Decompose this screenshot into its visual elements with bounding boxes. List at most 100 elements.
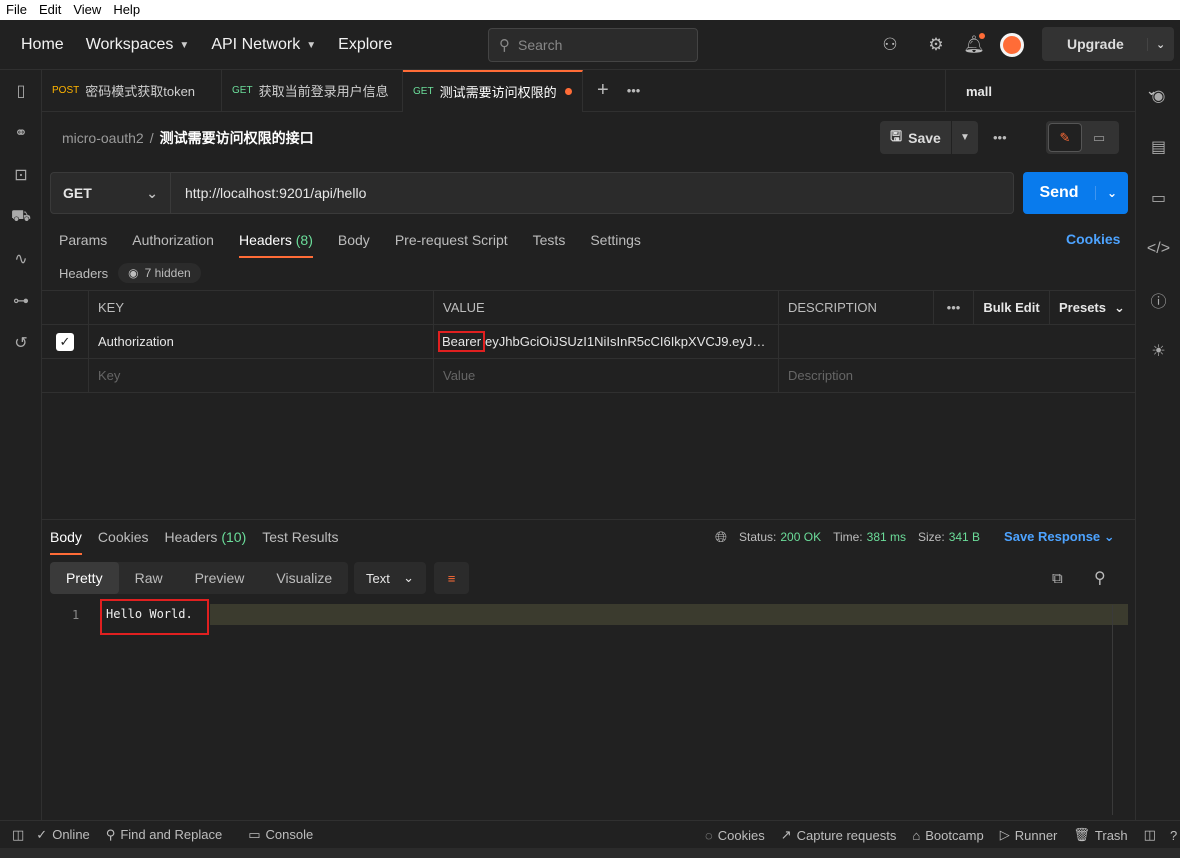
tab-settings[interactable]: Settings — [590, 222, 641, 258]
view-visualize[interactable]: Visualize — [260, 562, 348, 594]
more-tabs-icon[interactable]: ••• — [627, 83, 641, 98]
breadcrumb-collection[interactable]: micro-oauth2 — [62, 130, 144, 146]
new-value-input[interactable]: Value — [434, 359, 779, 392]
more-actions-icon[interactable]: ••• — [993, 130, 1007, 145]
view-preview[interactable]: Preview — [179, 562, 261, 594]
environments-icon[interactable]: ⊡ — [0, 154, 42, 196]
new-tab-plus-icon[interactable]: + — [597, 79, 609, 102]
bulb-icon[interactable]: ☀ — [1136, 325, 1180, 376]
more-options-icon[interactable]: ••• — [934, 291, 974, 324]
method-select[interactable]: GET ⌄ — [50, 172, 171, 214]
response-tab-cookies[interactable]: Cookies — [98, 519, 149, 555]
help-icon[interactable]: ? — [1170, 828, 1177, 843]
response-tab-headers[interactable]: Headers (10) — [165, 519, 247, 555]
globe-icon[interactable]: 🌐︎ — [715, 529, 727, 546]
environment-selector[interactable]: mall ⌄ — [945, 70, 1177, 112]
menu-view[interactable]: View — [67, 0, 107, 20]
tab-tests[interactable]: Tests — [533, 222, 566, 258]
trash-button[interactable]: 🗑︎ Trash — [1073, 827, 1127, 843]
send-options-chevron-icon[interactable]: ⌄ — [1095, 186, 1128, 200]
editor-scrollbar[interactable] — [1112, 605, 1128, 815]
search-icon[interactable]: ⚲ — [1094, 568, 1106, 588]
info-icon[interactable]: ⓘ — [1136, 274, 1180, 325]
apis-icon[interactable]: ⚭ — [0, 112, 42, 154]
notification-bell-icon[interactable]: 🔔︎ — [960, 31, 988, 59]
response-body-text[interactable]: Hello World. — [106, 607, 193, 621]
save-response-button[interactable]: Save Response ⌄ — [1004, 529, 1115, 545]
url-input[interactable]: http://localhost:9201/api/hello — [171, 172, 1014, 214]
copy-icon[interactable]: ⧉ — [1052, 570, 1063, 587]
tab-protected-api[interactable]: GET 测试需要访问权限的接口 — [403, 69, 583, 112]
tab-current-user[interactable]: GET 获取当前登录用户信息 — [222, 69, 403, 112]
code-icon[interactable]: </> — [1136, 223, 1180, 274]
edit-pencil-icon[interactable]: ✎ — [1048, 123, 1082, 152]
size-value[interactable]: 341 B — [949, 530, 980, 544]
runner-button[interactable]: ▷ Runner — [1000, 827, 1058, 843]
time-value[interactable]: 381 ms — [867, 530, 906, 544]
view-raw[interactable]: Raw — [119, 562, 179, 594]
header-value-cell[interactable]: Bearer eyJhbGciOiJSUzI1NiIsInR5cCI6IkpXV… — [434, 325, 779, 358]
response-tab-test-results[interactable]: Test Results — [262, 519, 338, 555]
breadcrumb-request[interactable]: 测试需要访问权限的接口 — [160, 128, 314, 148]
upgrade-button[interactable]: Upgrade ⌄ — [1042, 27, 1174, 61]
bootcamp-button[interactable]: ⌂ Bootcamp — [912, 828, 983, 843]
bulk-edit-button[interactable]: Bulk Edit — [974, 291, 1050, 324]
status-value[interactable]: 200 OK — [780, 530, 821, 544]
send-button[interactable]: Send ⌄ — [1023, 172, 1128, 214]
menu-help[interactable]: Help — [107, 0, 146, 20]
send-label: Send — [1039, 184, 1079, 201]
menu-edit[interactable]: Edit — [33, 0, 67, 20]
comments-icon[interactable]: ▭ — [1136, 172, 1180, 223]
settings-gear-icon[interactable]: ⚙ — [922, 31, 950, 59]
online-status[interactable]: ✓ Online — [36, 827, 89, 843]
tab-params[interactable]: Params — [59, 222, 107, 258]
tab-headers-label: Headers — [238, 232, 292, 248]
nav-home[interactable]: Home — [21, 36, 64, 54]
documentation-icon[interactable]: ▤ — [1136, 121, 1180, 172]
menu-file[interactable]: File — [0, 0, 33, 20]
cookies-link[interactable]: Cookies — [1066, 231, 1120, 247]
view-pretty[interactable]: Pretty — [50, 562, 119, 594]
presets-dropdown[interactable]: Presets ⌄ — [1050, 291, 1135, 324]
header-enabled-checkbox[interactable]: ✓ — [42, 325, 89, 358]
tab-pre-request-script[interactable]: Pre-request Script — [395, 222, 508, 258]
avatar[interactable] — [998, 31, 1026, 59]
horizontal-scrollbar[interactable] — [0, 848, 1180, 858]
tab-title: 密码模式获取token — [85, 84, 196, 99]
tab-headers[interactable]: Headers (8) — [238, 222, 313, 258]
tab-password-token[interactable]: POST 密码模式获取token — [42, 69, 222, 112]
monitors-icon[interactable]: ∿ — [0, 238, 42, 280]
cookie-icon: ◌ — [705, 827, 713, 843]
capture-requests-button[interactable]: ↗ Capture requests — [781, 827, 897, 843]
toggle-sidebar-icon[interactable]: ◫ — [12, 827, 24, 843]
two-pane-icon[interactable]: ◫ — [1144, 827, 1156, 843]
nav-explore[interactable]: Explore — [338, 36, 392, 54]
nav-api-network[interactable]: API Network ▼ — [211, 36, 316, 54]
chevron-down-icon: ⌄ — [1147, 37, 1165, 51]
tab-authorization[interactable]: Authorization — [132, 222, 214, 258]
hidden-headers-toggle[interactable]: ◉ 7 hidden — [118, 263, 201, 283]
response-tab-body[interactable]: Body — [50, 519, 82, 555]
cookies-button[interactable]: ◌ Cookies — [705, 828, 765, 843]
nav-workspaces[interactable]: Workspaces ▼ — [86, 36, 190, 54]
mock-servers-icon[interactable]: ⛟ — [0, 196, 42, 238]
save-button[interactable]: 🖫︎ Save — [880, 121, 951, 154]
tab-body[interactable]: Body — [338, 222, 370, 258]
header-description-cell[interactable] — [779, 325, 1135, 358]
header-key-cell[interactable]: Authorization — [89, 325, 434, 358]
new-key-input[interactable]: Key — [89, 359, 434, 392]
find-replace-button[interactable]: ⚲ Find and Replace — [106, 827, 222, 843]
breadcrumb: micro-oauth2 / 测试需要访问权限的接口 — [62, 128, 314, 148]
new-description-input[interactable]: Description — [779, 359, 1135, 392]
status-bar: ◫ ✓ Online ⚲ Find and Replace ▭ Console ◌ Co… — [0, 820, 1180, 848]
console-button[interactable]: ▭ Console — [248, 827, 313, 843]
collections-icon[interactable]: ▯ — [0, 70, 42, 112]
flows-icon[interactable]: ⊶ — [0, 280, 42, 322]
history-icon[interactable]: ↺ — [0, 322, 42, 364]
save-options-button[interactable]: ▼ — [952, 121, 978, 154]
wrap-lines-icon[interactable]: ≡ — [434, 562, 469, 594]
comment-icon[interactable]: ▭ — [1082, 130, 1116, 146]
invite-user-icon[interactable]: ⚇ — [876, 31, 904, 59]
format-select[interactable]: Text ⌄ — [354, 562, 426, 594]
search-input[interactable]: ⚲ Search — [488, 28, 698, 62]
